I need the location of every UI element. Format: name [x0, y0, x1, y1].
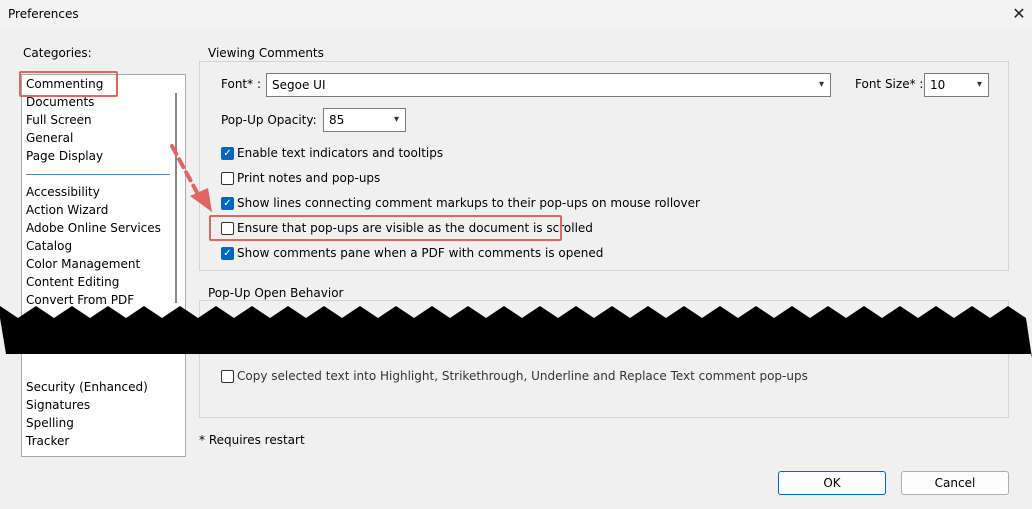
- categories-list[interactable]: Commenting Documents Full Screen General…: [21, 74, 186, 457]
- category-item-catalog[interactable]: Catalog: [26, 237, 72, 255]
- category-item-security-enhanced[interactable]: Security (Enhanced): [26, 378, 148, 396]
- opacity-label: Pop-Up Opacity:: [221, 113, 317, 127]
- category-item-signatures[interactable]: Signatures: [26, 396, 90, 414]
- torn-edge-redaction: [0, 306, 1032, 358]
- category-item-content-editing[interactable]: Content Editing: [26, 273, 119, 291]
- font-size-label: Font Size* :: [855, 77, 924, 91]
- chevron-down-icon: ▾: [393, 114, 399, 125]
- checkbox-label-text-indicators: Enable text indicators and tooltips: [237, 146, 444, 160]
- annotation-box-ensure-popups: [209, 215, 562, 241]
- checkbox-label-show-comments-pane: Show comments pane when a PDF with comme…: [237, 246, 604, 260]
- checkbox-text-indicators[interactable]: ✓: [221, 147, 234, 160]
- annotation-box-commenting: [19, 71, 118, 97]
- category-item-adobe-online-services[interactable]: Adobe Online Services: [26, 219, 161, 237]
- requires-restart-note: * Requires restart: [199, 433, 305, 447]
- checkbox-label-show-lines: Show lines connecting comment markups to…: [237, 196, 700, 210]
- font-size-select[interactable]: 10 ▾: [924, 73, 989, 97]
- opacity-select-value: 85: [329, 113, 345, 127]
- popup-behavior-title: Pop-Up Open Behavior: [205, 286, 347, 300]
- category-item-full-screen[interactable]: Full Screen: [26, 111, 92, 129]
- checkbox-print-notes[interactable]: [221, 172, 234, 185]
- category-item-page-display[interactable]: Page Display: [26, 147, 103, 165]
- font-size-select-value: 10: [930, 78, 946, 92]
- category-item-general[interactable]: General: [26, 129, 73, 147]
- category-item-action-wizard[interactable]: Action Wizard: [26, 201, 108, 219]
- checkbox-show-comments-pane[interactable]: ✓: [221, 247, 234, 260]
- ok-button[interactable]: OK: [778, 471, 886, 495]
- cancel-button[interactable]: Cancel: [901, 471, 1009, 495]
- category-separator: [26, 174, 170, 175]
- chevron-down-icon: ▾: [976, 79, 982, 90]
- annotation-arrow-icon: [170, 144, 212, 212]
- category-item-spelling[interactable]: Spelling: [26, 414, 74, 432]
- category-item-tracker[interactable]: Tracker: [26, 432, 69, 450]
- checkbox-label-print-notes: Print notes and pop-ups: [237, 171, 381, 185]
- viewing-comments-title: Viewing Comments: [205, 46, 327, 60]
- checkbox-label-copy-selected-text: Copy selected text into Highlight, Strik…: [237, 369, 808, 383]
- font-select-value: Segoe UI: [272, 78, 326, 92]
- chevron-down-icon: ▾: [818, 79, 824, 90]
- checkbox-show-lines[interactable]: ✓: [221, 197, 234, 210]
- categories-label: Categories:: [23, 46, 92, 60]
- font-label: Font* :: [221, 77, 261, 91]
- close-icon[interactable]: ✕: [1008, 2, 1030, 26]
- category-item-color-management[interactable]: Color Management: [26, 255, 140, 273]
- checkbox-copy-selected-text[interactable]: [221, 370, 234, 383]
- category-item-accessibility[interactable]: Accessibility: [26, 183, 100, 201]
- font-select[interactable]: Segoe UI ▾: [266, 73, 831, 97]
- title-bar: [0, 0, 1032, 30]
- opacity-select[interactable]: 85 ▾: [323, 108, 406, 132]
- window-title: Preferences: [8, 7, 79, 21]
